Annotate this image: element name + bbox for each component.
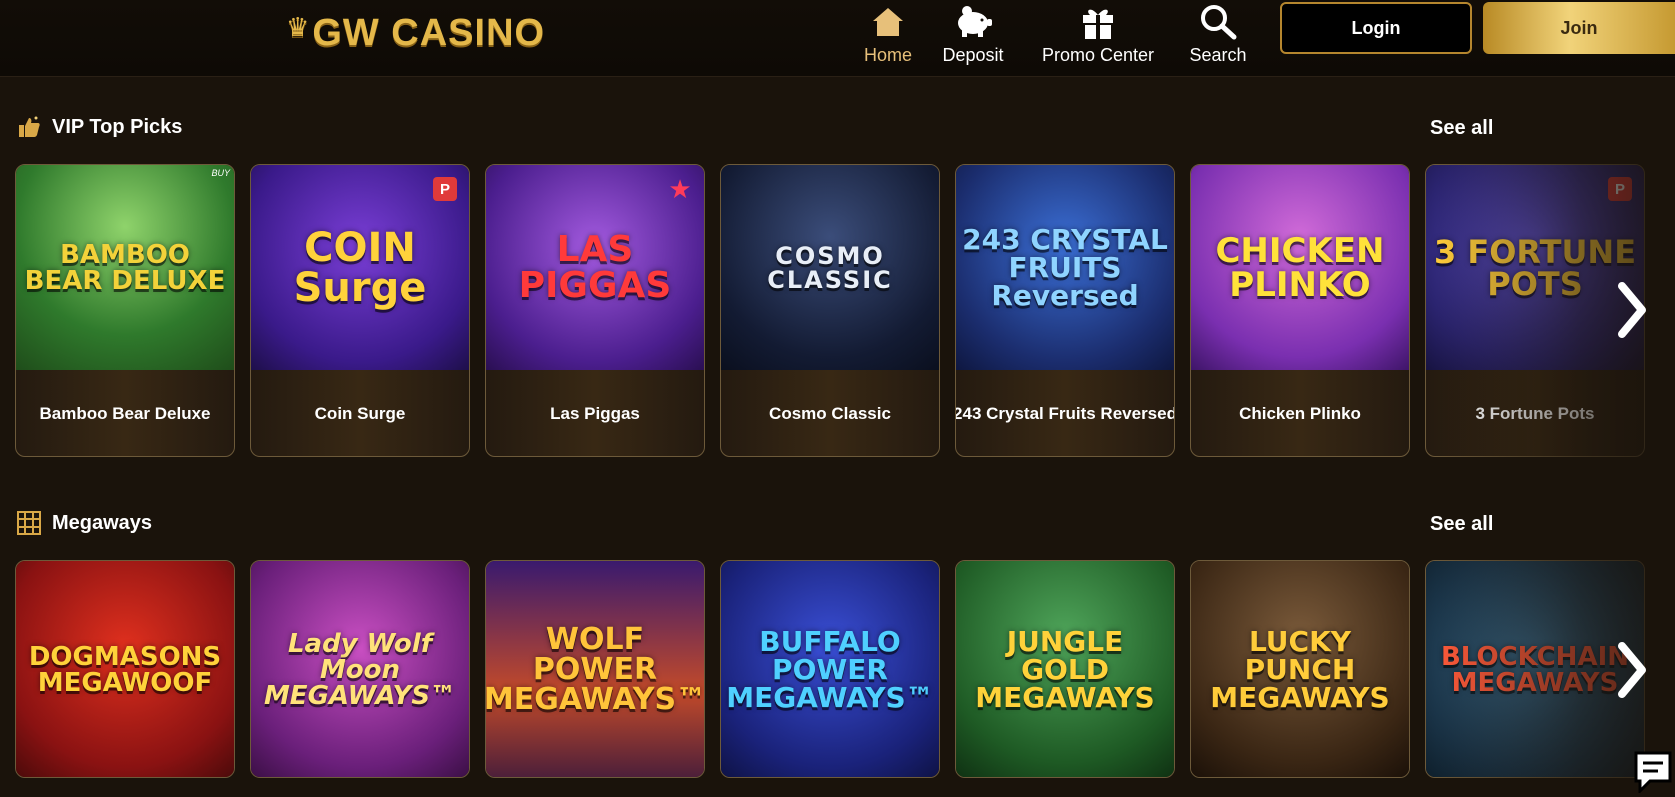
- nav-promo-center[interactable]: Promo Center: [1042, 0, 1154, 66]
- game-thumbnail[interactable]: BUY BAMBOO BEAR DELUXE: [16, 165, 234, 370]
- game-art-title: BAMBOO BEAR DELUXE: [24, 239, 226, 296]
- buy-badge: BUY: [211, 168, 230, 178]
- gift-icon: [1081, 3, 1115, 41]
- game-art-title: JUNGLE GOLD MEGAWAYS: [975, 625, 1155, 714]
- top-navigation-bar: ♛ GW CASINO Home Deposit Promo Center Se…: [0, 0, 1675, 77]
- game-thumbnail[interactable]: JUNGLE GOLD MEGAWAYS: [956, 561, 1174, 777]
- game-art-title: COIN Surge: [293, 224, 427, 311]
- game-thumbnail[interactable]: Lady Wolf Moon MEGAWAYS™: [251, 561, 469, 777]
- nav-deposit-label: Deposit: [942, 45, 1004, 65]
- game-art-title: LAS PIGGAS: [518, 228, 672, 306]
- game-name: Las Piggas: [550, 404, 640, 423]
- game-art-title: Lady Wolf Moon MEGAWAYS™: [263, 629, 457, 711]
- nav-search-label: Search: [1189, 45, 1247, 65]
- see-all-vip-link[interactable]: See all: [1430, 117, 1493, 140]
- thumbs-up-icon: [16, 114, 42, 140]
- game-thumbnail[interactable]: LUCKY PUNCH MEGAWAYS: [1191, 561, 1409, 777]
- game-art-title: CHICKEN PLINKO: [1215, 230, 1385, 305]
- chat-support-button[interactable]: [1630, 745, 1675, 797]
- game-card[interactable]: Lady Wolf Moon MEGAWAYS™: [250, 560, 470, 778]
- section-title-text: Megaways: [52, 511, 153, 534]
- grid-icon: [16, 510, 42, 536]
- section-title-text: VIP Top Picks: [52, 115, 183, 138]
- game-art-title: DOGMASONS MEGAWOOF: [28, 642, 222, 698]
- game-name: Bamboo Bear Deluxe: [39, 404, 211, 423]
- chevron-right-icon: [1618, 282, 1646, 338]
- site-logo[interactable]: ♛ GW CASINO: [286, 8, 545, 58]
- game-thumbnail[interactable]: COSMO CLASSIC: [721, 165, 939, 370]
- piggy-bank-icon: [953, 3, 993, 41]
- nav-home[interactable]: Home: [850, 0, 926, 66]
- nav-search[interactable]: Search: [1186, 0, 1250, 66]
- game-thumbnail[interactable]: DOGMASONS MEGAWOOF: [16, 561, 234, 777]
- game-card[interactable]: BUY BAMBOO BEAR DELUXE Bamboo Bear Delux…: [15, 164, 235, 457]
- game-art-title: BUFFALO POWER MEGAWAYS™: [726, 625, 934, 714]
- chat-bubble-icon: [1634, 751, 1671, 793]
- game-card[interactable]: 243 CRYSTAL FRUITS Reversed 243 Crystal …: [955, 164, 1175, 457]
- logo-text: GW CASINO: [312, 11, 546, 54]
- game-art-title: 243 CRYSTAL FRUITS Reversed: [962, 222, 1168, 312]
- game-thumbnail[interactable]: P COIN Surge: [251, 165, 469, 370]
- game-card[interactable]: WOLF POWER MEGAWAYS™: [485, 560, 705, 778]
- provider-badge: P: [1608, 177, 1632, 201]
- game-art-title: LUCKY PUNCH MEGAWAYS: [1210, 625, 1390, 714]
- section-title-megaways: Megaways: [16, 510, 152, 536]
- vip-games-row: BUY BAMBOO BEAR DELUXE Bamboo Bear Delux…: [15, 164, 1675, 464]
- game-thumbnail[interactable]: 243 CRYSTAL FRUITS Reversed: [956, 165, 1174, 370]
- game-thumbnail[interactable]: ★ LAS PIGGAS: [486, 165, 704, 370]
- game-art-title: WOLF POWER MEGAWAYS™: [486, 622, 704, 717]
- game-name: Cosmo Classic: [769, 404, 891, 423]
- game-card[interactable]: LUCKY PUNCH MEGAWAYS: [1190, 560, 1410, 778]
- game-name: 3 Fortune Pots: [1475, 404, 1595, 423]
- see-all-megaways-link[interactable]: See all: [1430, 513, 1493, 536]
- search-icon: [1199, 3, 1237, 41]
- game-card[interactable]: COSMO CLASSIC Cosmo Classic: [720, 164, 940, 457]
- section-title-vip: VIP Top Picks: [16, 114, 182, 140]
- chevron-right-icon: [1618, 642, 1646, 698]
- game-name: Chicken Plinko: [1239, 404, 1361, 423]
- game-card[interactable]: ★ LAS PIGGAS Las Piggas: [485, 164, 705, 457]
- game-card[interactable]: DOGMASONS MEGAWOOF: [15, 560, 235, 778]
- join-button[interactable]: Join: [1483, 2, 1675, 54]
- nav-home-label: Home: [863, 45, 912, 65]
- provider-badge: P: [433, 177, 457, 201]
- game-name: 243 Crystal Fruits Reversed: [956, 404, 1174, 423]
- home-icon: [871, 3, 905, 41]
- megaways-games-row: DOGMASONS MEGAWOOF Lady Wolf Moon MEGAWA…: [15, 560, 1675, 780]
- nav-promo-label: Promo Center: [1041, 45, 1155, 65]
- game-card[interactable]: BUFFALO POWER MEGAWAYS™: [720, 560, 940, 778]
- game-card[interactable]: CHICKEN PLINKO Chicken Plinko: [1190, 164, 1410, 457]
- game-thumbnail[interactable]: CHICKEN PLINKO: [1191, 165, 1409, 370]
- game-art-title: COSMO CLASSIC: [767, 241, 893, 294]
- star-badge: ★: [668, 173, 692, 204]
- game-name: Coin Surge: [314, 404, 406, 423]
- vip-next-arrow[interactable]: [1612, 280, 1652, 340]
- game-card[interactable]: JUNGLE GOLD MEGAWAYS: [955, 560, 1175, 778]
- megaways-next-arrow[interactable]: [1612, 640, 1652, 700]
- game-card[interactable]: P COIN Surge Coin Surge: [250, 164, 470, 457]
- crown-icon: ♛: [286, 11, 311, 42]
- nav-deposit[interactable]: Deposit: [938, 0, 1008, 66]
- game-thumbnail[interactable]: WOLF POWER MEGAWAYS™: [486, 561, 704, 777]
- login-button[interactable]: Login: [1280, 2, 1472, 54]
- game-thumbnail[interactable]: BUFFALO POWER MEGAWAYS™: [721, 561, 939, 777]
